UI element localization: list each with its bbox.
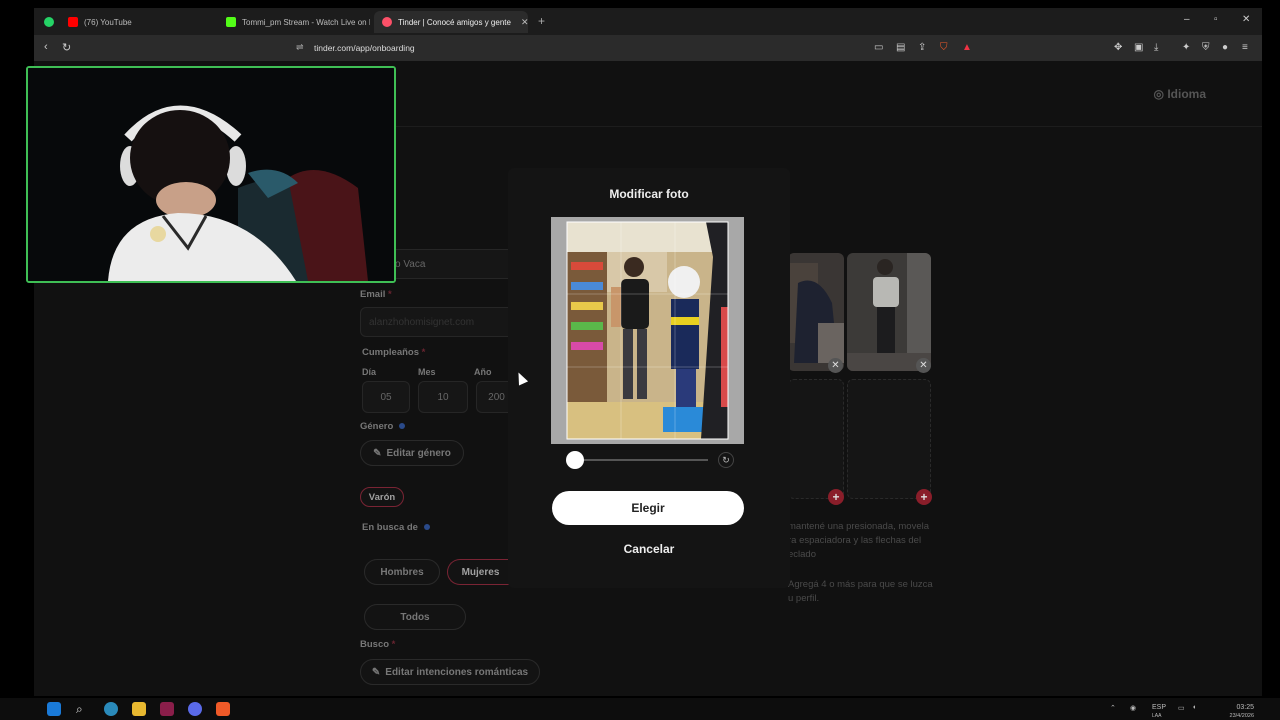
day-input[interactable]: 05	[362, 381, 410, 413]
taskbar: ⌕ ⌃ ◉ ESP LAA ▭ ◖ 03:25 23/4/2026	[0, 698, 1280, 720]
menu-icon[interactable]: ≡	[1242, 42, 1248, 53]
url-text[interactable]: tinder.com/app/onboarding	[314, 43, 415, 53]
volume-icon[interactable]: ◖	[1192, 704, 1196, 711]
tab-label: Tommi_pm Stream - Watch Live on K	[242, 17, 370, 27]
photo-hint-line: eclado	[788, 549, 816, 560]
info-dot-icon	[423, 524, 430, 530]
wallet-icon[interactable]: ●	[1222, 42, 1228, 53]
photo-hint-line: ra espaciadora y las flechas del	[788, 535, 922, 546]
edge-icon[interactable]	[104, 702, 118, 716]
brave-icon[interactable]	[216, 702, 230, 716]
language-indicator[interactable]: ESP LAA	[1152, 704, 1166, 720]
brave-rewards-icon[interactable]: ▲	[962, 42, 972, 53]
empty-photo-slot[interactable]	[847, 379, 931, 499]
edit-photo-modal: Modificar foto ↻ Elegir Cancelar	[508, 168, 790, 588]
seeking-label: Busco *	[360, 639, 396, 650]
tray-chevron-icon[interactable]: ⌃	[1110, 704, 1116, 712]
extensions-icon[interactable]: ✥	[1114, 42, 1122, 53]
month-input[interactable]: 10	[418, 381, 468, 413]
webcam-overlay	[26, 66, 396, 283]
remove-photo-icon[interactable]: ✕	[916, 358, 931, 373]
mic-icon[interactable]: ◉	[1130, 704, 1136, 712]
language-button[interactable]: ◎ Idioma	[1154, 87, 1206, 101]
address-bar: ‹ ↻ ⇌ tinder.com/app/onboarding ▭ ▤ ⇪ ⛉ …	[34, 35, 1262, 61]
network-icon[interactable]: ▭	[1178, 704, 1185, 712]
site-info-icon[interactable]: ⇌	[296, 42, 304, 53]
add-photo-icon[interactable]: +	[916, 489, 932, 505]
tab-label: Tinder | Conocé amigos y gente	[398, 17, 511, 27]
tab-kick[interactable]: Tommi_pm Stream - Watch Live on K	[218, 11, 370, 33]
pencil-icon: ✎	[373, 447, 382, 459]
close-tab-icon[interactable]: ✕	[521, 17, 528, 28]
rotate-icon[interactable]: ↻	[718, 452, 734, 468]
cast-icon[interactable]: ▭	[874, 42, 883, 53]
reload-icon[interactable]: ↻	[62, 41, 71, 54]
option-women-button[interactable]: Mujeres	[447, 559, 513, 585]
gender-label: Género	[360, 421, 406, 432]
tab-tinder[interactable]: Tinder | Conocé amigos y gente ✕	[374, 11, 528, 33]
pencil-icon: ✎	[371, 666, 381, 678]
file-explorer-icon[interactable]	[132, 702, 146, 716]
vpn-icon[interactable]: ⛨	[1202, 42, 1210, 53]
birthday-label: Cumpleaños *	[362, 347, 426, 358]
clock[interactable]: 03:25 23/4/2026	[1214, 704, 1254, 720]
remove-photo-icon[interactable]: ✕	[828, 358, 843, 373]
maximize-icon[interactable]: ▫	[1214, 14, 1218, 25]
day-label: Día	[362, 367, 377, 377]
kick-icon	[226, 17, 236, 27]
youtube-icon	[68, 17, 78, 27]
sidebar-icon[interactable]: ▣	[1134, 42, 1143, 53]
tinder-icon	[382, 17, 392, 27]
option-men-button[interactable]: Hombres	[364, 559, 440, 585]
leo-icon[interactable]: ✦	[1182, 42, 1190, 53]
year-label: Año	[474, 367, 492, 377]
profile-photo-3[interactable]	[847, 253, 931, 371]
discord-icon[interactable]	[188, 702, 202, 716]
close-window-icon[interactable]: ✕	[1242, 14, 1250, 25]
back-icon[interactable]: ‹	[44, 41, 48, 53]
choose-button[interactable]: Elegir	[552, 491, 744, 525]
tab-bar: (76) YouTube Tommi_pm Stream - Watch Liv…	[34, 8, 1262, 35]
add-photo-icon[interactable]: +	[828, 489, 844, 505]
reader-icon[interactable]: ▤	[896, 42, 905, 53]
cancel-button[interactable]: Cancelar	[508, 542, 790, 556]
webcam-feed	[28, 68, 394, 281]
email-label: Email *	[360, 289, 392, 300]
tab-youtube[interactable]: (76) YouTube	[60, 11, 210, 33]
photo-count-hint: u perfil.	[788, 593, 820, 604]
edit-intentions-button[interactable]: ✎ Editar intenciones románticas	[360, 659, 540, 685]
photo-thumbnail	[847, 253, 931, 371]
brave-shield-icon[interactable]: ⛉	[940, 42, 948, 53]
new-tab-icon[interactable]: +	[538, 14, 545, 28]
desktop: (76) YouTube Tommi_pm Stream - Watch Liv…	[0, 0, 1280, 720]
modal-title: Modificar foto	[609, 187, 689, 201]
minimize-icon[interactable]: –	[1184, 14, 1190, 25]
profile-photo-2[interactable]	[788, 253, 844, 371]
info-dot-icon	[399, 423, 406, 429]
tab-label: (76) YouTube	[84, 17, 132, 27]
photo-count-hint: Agregá 4 o más para que se luzca	[788, 579, 933, 590]
gender-value-chip[interactable]: Varón	[360, 487, 404, 507]
windows-start-icon[interactable]	[47, 702, 61, 716]
zoom-slider-track[interactable]	[576, 459, 708, 461]
download-icon[interactable]: ⤓	[1154, 42, 1158, 53]
photo-hint-line: mantené una presionada, movela	[788, 521, 930, 532]
empty-photo-slot[interactable]	[788, 379, 844, 499]
whatsapp-icon	[44, 17, 54, 27]
photo-preview	[551, 217, 744, 444]
month-label: Mes	[418, 367, 436, 377]
app-icon[interactable]	[160, 702, 174, 716]
looking-for-label: En busca de	[362, 522, 430, 533]
globe-icon: ◎	[1153, 87, 1168, 101]
photo-crop-area[interactable]	[551, 217, 744, 444]
search-icon[interactable]: ⌕	[76, 702, 90, 716]
email-field[interactable]: alanzhohomisignet.com	[360, 307, 520, 337]
share-icon[interactable]: ⇪	[918, 42, 926, 53]
option-all-button[interactable]: Todos	[364, 604, 466, 630]
photo-thumbnail	[788, 253, 844, 371]
edit-gender-button[interactable]: ✎ Editar género	[360, 440, 464, 466]
zoom-slider-handle[interactable]	[566, 451, 584, 469]
whatsapp-pinned-tab[interactable]	[36, 11, 56, 33]
